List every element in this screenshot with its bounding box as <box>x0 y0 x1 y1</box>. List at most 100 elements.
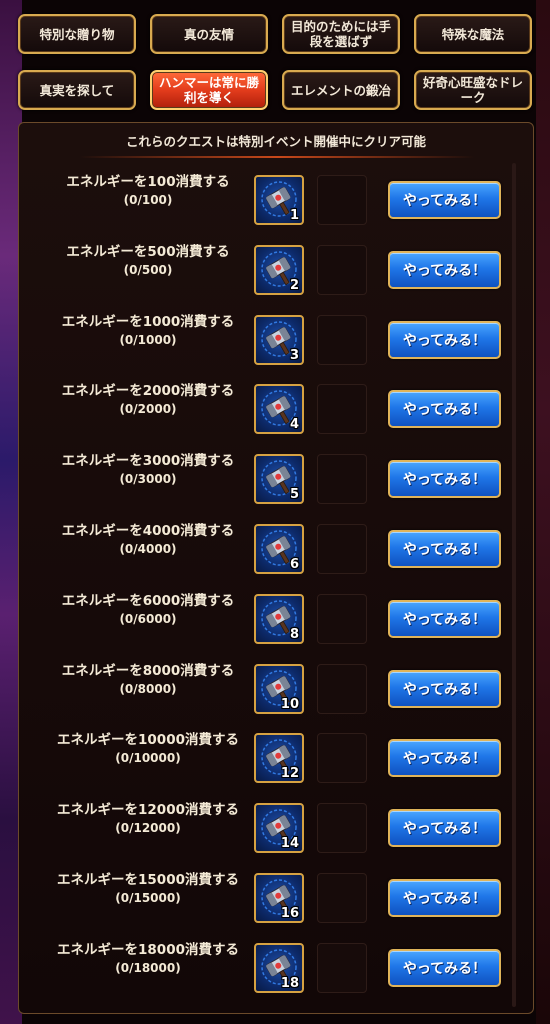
try-button[interactable]: やってみる！ <box>388 599 501 638</box>
empty-reward-slot <box>317 384 367 435</box>
quest-row: エネルギーを18000消費する (0/18000) 18 やってみる！ <box>19 931 533 1001</box>
quest-row: エネルギーを10000消費する (0/10000) 12 やってみる！ <box>19 721 533 791</box>
quest-text: エネルギーを100消費する (0/100) <box>33 173 263 209</box>
try-button[interactable]: やってみる！ <box>388 809 501 848</box>
quest-row: エネルギーを4000消費する (0/4000) 6 やってみる！ <box>19 512 533 582</box>
hammer-gem-icon[interactable]: 16 <box>254 872 304 923</box>
quest-text: エネルギーを3000消費する (0/3000) <box>33 452 263 488</box>
empty-reward-slot <box>317 942 367 993</box>
quest-progress: (0/100) <box>123 193 173 207</box>
try-button[interactable]: やってみる！ <box>388 948 501 987</box>
quest-progress: (0/18000) <box>115 960 181 975</box>
reward-count: 3 <box>289 347 299 363</box>
quest-title: エネルギーを15000消費する <box>57 871 239 888</box>
quest-text: エネルギーを10000消費する (0/10000) <box>33 731 263 767</box>
hammer-gem-icon[interactable]: 14 <box>254 803 304 854</box>
reward-count: 18 <box>280 975 299 991</box>
try-button[interactable]: やってみる！ <box>388 250 501 289</box>
quest-text: エネルギーを500消費する (0/500) <box>33 243 263 279</box>
try-button[interactable]: やってみる！ <box>388 529 501 568</box>
reward-count: 14 <box>280 836 299 852</box>
empty-reward-slot <box>317 244 367 295</box>
reward-count: 16 <box>280 905 299 921</box>
reward-count: 5 <box>289 487 299 503</box>
quest-progress: (0/2000) <box>119 402 177 417</box>
hammer-gem-icon[interactable]: 8 <box>254 593 304 644</box>
hammer-gem-icon[interactable]: 2 <box>254 244 304 295</box>
quest-title: エネルギーを10000消費する <box>57 732 239 749</box>
quest-progress: (0/15000) <box>115 890 181 905</box>
tab-true-friendship[interactable]: 真の友情 <box>150 14 268 54</box>
try-button[interactable]: やってみる！ <box>388 739 501 778</box>
try-button[interactable]: やってみる！ <box>388 390 501 429</box>
quest-title: エネルギーを3000消費する <box>61 453 235 470</box>
empty-reward-slot <box>317 454 367 505</box>
quest-progress: (0/6000) <box>119 611 177 626</box>
quest-progress: (0/8000) <box>119 681 177 696</box>
quest-row: エネルギーを2000消費する (0/2000) 4 やってみる！ <box>19 372 533 442</box>
quest-progress: (0/12000) <box>115 821 181 836</box>
quest-progress: (0/4000) <box>119 541 177 556</box>
tab-any-means[interactable]: 目的のためには手段を選ばず <box>282 14 400 54</box>
quest-text: エネルギーを4000消費する (0/4000) <box>33 522 263 558</box>
quest-title: エネルギーを18000消費する <box>57 941 239 958</box>
panel-header: これらのクエストは特別イベント開催中にクリア可能 <box>125 133 426 149</box>
quest-row: エネルギーを500消費する (0/500) 2 やってみる！ <box>19 233 533 303</box>
quest-row: エネルギーを3000消費する (0/3000) 5 やってみる！ <box>19 442 533 512</box>
tab-special-gift[interactable]: 特別な贈り物 <box>18 14 136 54</box>
empty-reward-slot <box>317 314 367 365</box>
empty-reward-slot <box>317 175 367 225</box>
reward-count: 4 <box>289 417 299 433</box>
header-divider <box>79 156 475 158</box>
quest-title: エネルギーを12000消費する <box>57 802 239 819</box>
quest-row: エネルギーを15000消費する (0/15000) 16 やってみる！ <box>19 861 533 931</box>
quest-title: エネルギーを100消費する <box>66 174 230 190</box>
reward-count: 1 <box>289 208 299 223</box>
quest-title: エネルギーを8000消費する <box>61 662 235 679</box>
empty-reward-slot <box>317 523 367 574</box>
quest-title: エネルギーを500消費する <box>66 243 230 260</box>
try-button[interactable]: やってみる！ <box>388 878 501 917</box>
quest-title: エネルギーを6000消費する <box>61 592 235 609</box>
quest-progress: (0/3000) <box>119 472 177 487</box>
quest-tabs: 特別な贈り物 真の友情 目的のためには手段を選ばず 特殊な魔法 真実を探して ハ… <box>18 14 534 118</box>
quest-progress: (0/500) <box>123 262 173 277</box>
hammer-gem-icon[interactable]: 18 <box>254 942 304 993</box>
tab-curious-drake[interactable]: 好奇心旺盛なドレーク <box>414 70 532 110</box>
reward-count: 2 <box>289 277 299 293</box>
quest-progress: (0/10000) <box>115 751 181 766</box>
quest-text: エネルギーを6000消費する (0/6000) <box>33 592 263 628</box>
quest-text: エネルギーを15000消費する (0/15000) <box>33 871 263 907</box>
reward-count: 12 <box>280 766 299 782</box>
hammer-gem-icon[interactable]: 4 <box>254 384 304 435</box>
quest-row: エネルギーを1000消費する (0/1000) 3 やってみる！ <box>19 303 533 373</box>
quest-title: エネルギーを4000消費する <box>61 522 235 539</box>
try-button[interactable]: やってみる！ <box>388 181 501 219</box>
try-button[interactable]: やってみる！ <box>388 460 501 499</box>
hammer-gem-icon[interactable]: 6 <box>254 523 304 574</box>
try-button[interactable]: やってみる！ <box>388 320 501 359</box>
empty-reward-slot <box>317 593 367 644</box>
empty-reward-slot <box>317 803 367 854</box>
reward-count: 8 <box>289 626 299 642</box>
hammer-gem-icon[interactable]: 10 <box>254 663 304 714</box>
hammer-gem-icon[interactable]: 12 <box>254 733 304 784</box>
tab-element-forge[interactable]: エレメントの鍛冶 <box>282 70 400 110</box>
tab-seeking-truth[interactable]: 真実を探して <box>18 70 136 110</box>
quest-text: エネルギーを2000消費する (0/2000) <box>33 382 263 418</box>
hammer-gem-icon[interactable]: 3 <box>254 314 304 365</box>
quest-panel: これらのクエストは特別イベント開催中にクリア可能 エネルギーを100消費する (… <box>18 122 534 1014</box>
quest-text: エネルギーを1000消費する (0/1000) <box>33 313 263 349</box>
quest-row: エネルギーを6000消費する (0/6000) 8 やってみる！ <box>19 582 533 652</box>
try-button[interactable]: やってみる！ <box>388 669 501 708</box>
hammer-gem-icon[interactable]: 1 <box>254 175 304 225</box>
tab-hammer-victory[interactable]: ハンマーは常に勝利を導く <box>150 70 268 110</box>
quest-row: エネルギーを12000消費する (0/12000) 14 やってみる！ <box>19 791 533 861</box>
tab-special-magic[interactable]: 特殊な魔法 <box>414 14 532 54</box>
quest-title: エネルギーを2000消費する <box>61 383 235 400</box>
hammer-gem-icon[interactable]: 5 <box>254 454 304 505</box>
quest-list: エネルギーを100消費する (0/100) 1 やってみる！ エネルギーを500… <box>19 163 533 1001</box>
empty-reward-slot <box>317 663 367 714</box>
scrollbar[interactable] <box>512 163 516 1007</box>
reward-count: 10 <box>280 696 299 712</box>
